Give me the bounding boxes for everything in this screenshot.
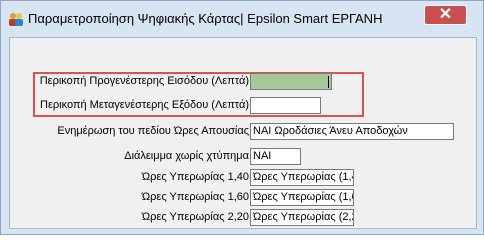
early-entry-input[interactable] <box>250 73 332 90</box>
late-exit-input[interactable] <box>250 97 321 114</box>
form-panel: Περικοπή Προγενέστερης Εισόδου (Λεπτά) Π… <box>9 37 477 229</box>
overtime-220-select[interactable]: Ώρες Υπερωρίας (2,20) <box>250 209 354 226</box>
close-icon: ✕ <box>438 6 453 23</box>
settings-window: Παραμετροποίηση Ψηφιακής Κάρτας| Epsilon… <box>0 0 484 235</box>
users-icon <box>9 13 23 26</box>
field-label-overtime-140: Ώρες Υπερωρίας 1,40 <box>141 171 249 183</box>
break-select[interactable]: ΝΑΙ <box>250 148 301 165</box>
field-label-overtime-160: Ώρες Υπερωρίας 1,60 <box>141 191 249 203</box>
overtime-140-select[interactable]: Ώρες Υπερωρίας (1,40) <box>250 169 354 186</box>
field-label-break: Διάλειμμα χωρίς χτύπημα <box>124 150 249 162</box>
field-label-late-exit: Περικοπή Μεταγενέστερης Εξόδου (Λεπτά) <box>40 99 249 111</box>
close-button[interactable]: ✕ <box>424 5 467 25</box>
overtime-160-select[interactable]: Ώρες Υπερωρίας (1,60) <box>250 189 354 206</box>
absence-hours-select[interactable]: ΝΑΙ Ωροδάσιες Άνευ Αποδοχών <box>250 123 454 140</box>
field-label-early-entry: Περικοπή Προγενέστερης Εισόδου (Λεπτά) <box>39 75 249 87</box>
field-label-overtime-220: Ώρες Υπερωρίας 2,20 <box>141 211 249 223</box>
window-title: Παραμετροποίηση Ψηφιακής Κάρτας| Epsilon… <box>28 11 383 26</box>
text-caret <box>328 76 329 88</box>
field-label-absence-hours: Ενημέρωση του πεδίου Ώρες Απουσίας <box>57 125 249 137</box>
title-bar[interactable]: Παραμετροποίηση Ψηφιακής Κάρτας| Epsilon… <box>1 1 483 37</box>
